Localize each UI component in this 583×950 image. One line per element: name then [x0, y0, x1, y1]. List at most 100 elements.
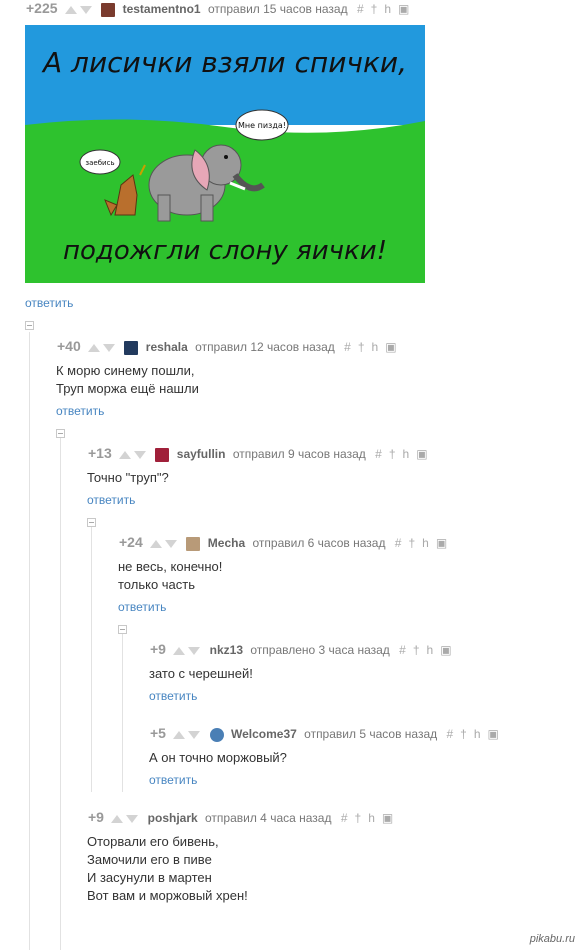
comment-text: не весь, конечно! только часть: [118, 559, 223, 592]
comment-header: +13 sayfullin отправил 9 часов назад # † h…: [88, 445, 435, 462]
reply-link[interactable]: ответить: [149, 773, 197, 787]
upvote-icon[interactable]: [88, 343, 101, 352]
reply-link[interactable]: ответить: [87, 493, 135, 507]
downvote-icon[interactable]: [126, 814, 139, 823]
comment-text: А он точно моржовый?: [149, 750, 287, 765]
reply-tree-icon[interactable]: h: [422, 536, 429, 550]
hash-link-icon[interactable]: #: [344, 340, 351, 354]
watermark: pikabu.ru: [529, 933, 575, 945]
fox-bubble-text: заебись: [85, 159, 114, 167]
save-icon[interactable]: ▣: [488, 727, 499, 741]
comment-image: А лисички взяли спички, подожгли слону я…: [25, 25, 425, 283]
pin-icon[interactable]: †: [355, 811, 362, 825]
pin-icon[interactable]: †: [358, 340, 365, 354]
comment-header: +9 nkz13 отправлено 3 часа назад # † h ▣: [150, 641, 459, 657]
comment-time: отправил 15 часов назад: [207, 2, 348, 16]
save-icon[interactable]: ▣: [416, 447, 427, 461]
comment-rating: +9: [150, 641, 166, 657]
comment-rating: +9: [88, 809, 104, 825]
comment-rating: +13: [88, 445, 112, 461]
top-caption: А лисички взяли спички,: [41, 46, 407, 79]
upvote-icon[interactable]: [173, 730, 186, 739]
reply-link[interactable]: ответить: [56, 404, 104, 418]
pin-icon[interactable]: †: [389, 447, 396, 461]
upvote-icon[interactable]: [173, 646, 186, 655]
comment-author[interactable]: reshala: [146, 340, 188, 354]
comment-header: +24 Mecha отправил 6 часов назад # † h ▣: [119, 534, 454, 551]
upvote-icon[interactable]: [150, 539, 163, 548]
hash-link-icon[interactable]: #: [395, 536, 402, 550]
pin-icon[interactable]: †: [413, 643, 420, 657]
upvote-icon[interactable]: [64, 5, 77, 14]
pin-icon[interactable]: †: [371, 2, 378, 16]
avatar[interactable]: [155, 447, 170, 462]
collapse-toggle[interactable]: [87, 518, 96, 527]
comment-rating: +24: [119, 534, 143, 550]
reply-tree-icon[interactable]: h: [368, 811, 375, 825]
comment-header: +5 Welcome37 отправил 5 часов назад # † h ▣: [150, 725, 506, 742]
comment-header: +225 testamentno1 отправил 15 часов наза…: [26, 0, 416, 17]
hash-link-icon[interactable]: #: [446, 727, 453, 741]
comment-rating: +225: [26, 0, 58, 16]
downvote-icon[interactable]: [188, 730, 201, 739]
hash-link-icon[interactable]: #: [399, 643, 406, 657]
comment-author[interactable]: Mecha: [208, 536, 245, 550]
avatar[interactable]: [209, 727, 224, 742]
upvote-icon[interactable]: [119, 450, 132, 459]
collapse-toggle[interactable]: [56, 429, 65, 438]
comment-text: зато с черешней!: [149, 666, 253, 681]
hash-link-icon[interactable]: #: [375, 447, 382, 461]
comment-rating: +5: [150, 725, 166, 741]
collapse-toggle[interactable]: [118, 625, 127, 634]
bottom-caption: подожгли слону яички!: [63, 236, 387, 266]
reply-link[interactable]: ответить: [118, 600, 166, 614]
comment-header: +40 reshala отправил 12 часов назад # † h ▣: [57, 338, 404, 355]
reply-link[interactable]: ответить: [25, 296, 73, 310]
comment-text: К морю синему пошли, Труп моржа ещё нашл…: [56, 363, 199, 396]
comment-author[interactable]: sayfullin: [177, 447, 226, 461]
reply-tree-icon[interactable]: h: [372, 340, 379, 354]
comment-text: Точно "труп"?: [87, 470, 169, 485]
comment-rating: +40: [57, 338, 81, 354]
collapse-toggle[interactable]: [25, 321, 34, 330]
comment-time: отправлено 3 часа назад: [250, 643, 390, 657]
comment-text: Оторвали его бивень, Замочили его в пиве…: [87, 834, 248, 903]
comment-author[interactable]: nkz13: [210, 643, 243, 657]
comment-author[interactable]: poshjark: [148, 811, 198, 825]
reply-tree-icon[interactable]: h: [403, 447, 410, 461]
hash-link-icon[interactable]: #: [357, 2, 364, 16]
save-icon[interactable]: ▣: [385, 340, 396, 354]
reply-tree-icon[interactable]: h: [427, 643, 434, 657]
save-icon[interactable]: ▣: [440, 643, 451, 657]
reply-tree-icon[interactable]: h: [474, 727, 481, 741]
thread-line: [29, 332, 30, 950]
reply-link[interactable]: ответить: [149, 689, 197, 703]
save-icon[interactable]: ▣: [398, 2, 409, 16]
downvote-icon[interactable]: [188, 646, 201, 655]
comment-time: отправил 6 часов назад: [252, 536, 386, 550]
downvote-icon[interactable]: [103, 343, 116, 352]
avatar[interactable]: [101, 2, 116, 17]
thread-line: [122, 634, 123, 792]
downvote-icon[interactable]: [165, 539, 178, 548]
avatar[interactable]: [186, 536, 201, 551]
downvote-icon[interactable]: [134, 450, 147, 459]
comment-time: отправил 12 часов назад: [195, 340, 335, 354]
comment-time: отправил 9 часов назад: [232, 447, 366, 461]
pin-icon[interactable]: †: [408, 536, 415, 550]
comment-header: +9 poshjark отправил 4 часа назад # † h ▣: [88, 809, 400, 825]
elephant-bubble-text: Мне пизда!: [238, 121, 286, 130]
comment-author[interactable]: Welcome37: [231, 727, 297, 741]
save-icon[interactable]: ▣: [436, 536, 447, 550]
thread-line: [91, 527, 92, 792]
upvote-icon[interactable]: [111, 814, 124, 823]
comment-author[interactable]: testamentno1: [123, 2, 201, 16]
thread-line: [60, 438, 61, 950]
avatar[interactable]: [124, 340, 139, 355]
downvote-icon[interactable]: [79, 5, 92, 14]
pin-icon[interactable]: †: [460, 727, 467, 741]
save-icon[interactable]: ▣: [382, 811, 393, 825]
reply-tree-icon[interactable]: h: [384, 2, 391, 16]
hash-link-icon[interactable]: #: [341, 811, 348, 825]
comment-time: отправил 5 часов назад: [304, 727, 438, 741]
